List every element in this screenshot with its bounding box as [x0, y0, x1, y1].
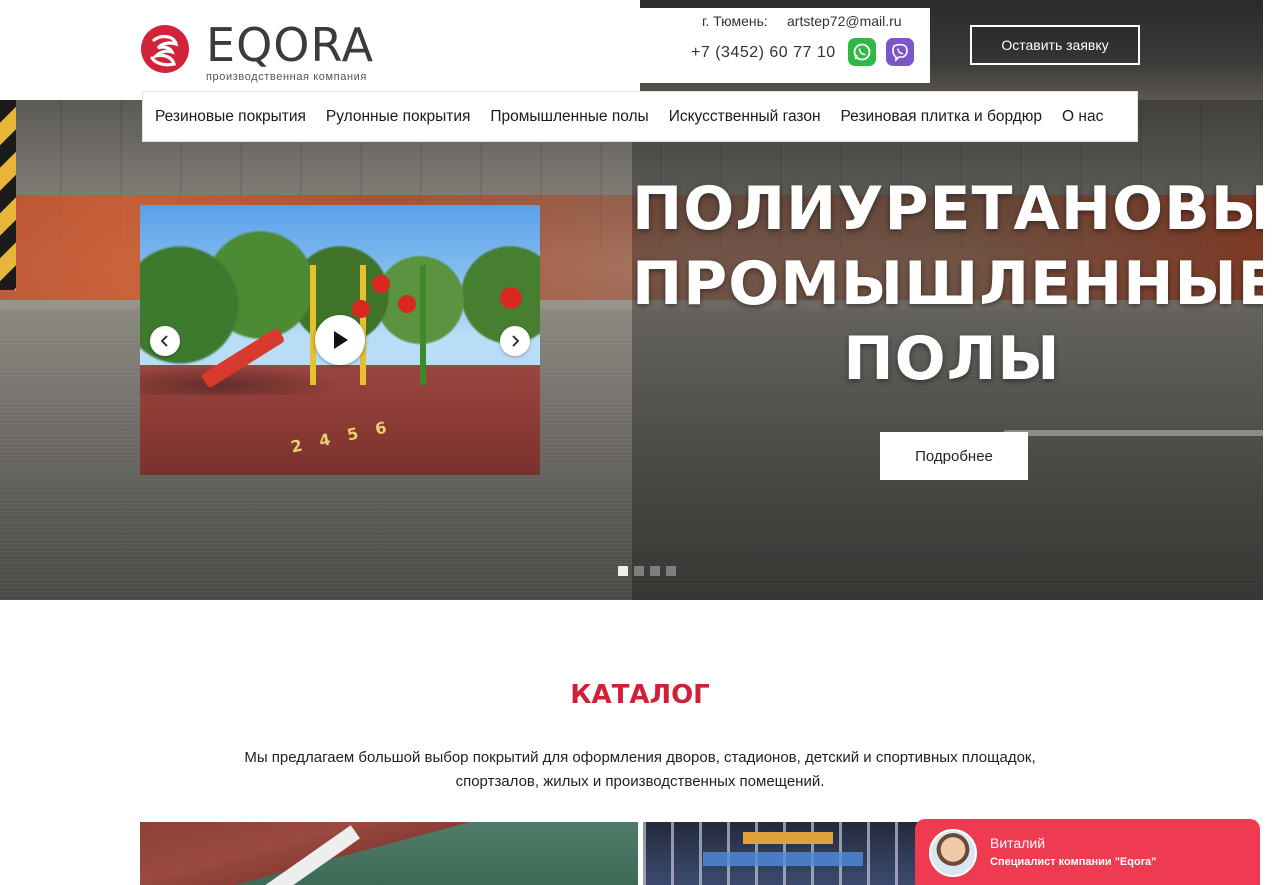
chevron-left-icon [160, 335, 168, 347]
site-logo[interactable]: EQORA производственная компания [140, 22, 400, 84]
contacts-box: г. Тюмень: artstep72@mail.ru +7 (3452) 6… [640, 8, 930, 83]
chat-widget[interactable]: Виталий Специалист компании "Eqora" [915, 819, 1260, 885]
hero-title: ПОЛИУРЕТАНОВЫЕ ПРОМЫШЛЕННЫЕ ПОЛЫ [632, 172, 1263, 397]
eqora-logo-icon [141, 25, 189, 73]
video-thumb-decor [398, 295, 416, 313]
menu-item-rubber-coatings[interactable]: Резиновые покрытия [155, 108, 306, 126]
menu-item-rubber-tiles[interactable]: Резиновая плитка и бордюр [841, 108, 1043, 126]
whatsapp-glyph [853, 43, 871, 61]
slider-dot[interactable] [650, 566, 660, 576]
play-video-button[interactable] [315, 315, 365, 365]
chat-agent-name: Виталий [990, 835, 1046, 851]
menu-item-industrial-floors[interactable]: Промышленные полы [490, 108, 648, 126]
catalog-description: Мы предлагаем большой выбор покрытий для… [244, 749, 1036, 790]
slider-dot[interactable] [634, 566, 644, 576]
menu-item-roll-coatings[interactable]: Рулонные покрытия [326, 108, 470, 126]
catalog-title: КАТАЛОГ [570, 680, 710, 710]
slider-dot[interactable] [666, 566, 676, 576]
hero-title-line: ПОЛИУРЕТАНОВЫЕ [632, 174, 1263, 244]
menu-item-artificial-grass[interactable]: Искусственный газон [669, 108, 821, 126]
hero-bg-warning-stripe [0, 100, 16, 290]
main-menu: Резиновые покрытия Рулонные покрытия Про… [142, 91, 1138, 142]
whatsapp-icon[interactable] [848, 38, 876, 66]
avatar [929, 829, 977, 877]
video-thumb-decor [352, 300, 370, 318]
hero-title-line: ПОЛЫ [843, 324, 1061, 394]
catalog-card-rubber[interactable] [140, 822, 638, 885]
chat-agent-role: Специалист компании "Eqora" [990, 856, 1157, 868]
viber-glyph [892, 43, 908, 62]
more-button[interactable]: Подробнее [880, 432, 1028, 480]
city-label: г. Тюмень: [702, 13, 768, 29]
logo-wordmark: EQORA [206, 18, 375, 72]
video-gallery[interactable]: 2 4 5 6 [140, 205, 540, 475]
request-button[interactable]: Оставить заявку [970, 25, 1140, 65]
next-video-button[interactable] [500, 326, 530, 356]
phone-link[interactable]: +7 (3452) 60 77 10 [691, 44, 836, 62]
viber-icon[interactable] [886, 38, 914, 66]
video-thumb-decor [500, 287, 522, 309]
play-icon [334, 331, 348, 349]
logo-subtitle: производственная компания [206, 71, 367, 83]
email-link[interactable]: artstep72@mail.ru [787, 13, 902, 29]
hero-title-line: ПРОМЫШЛЕННЫЕ [632, 249, 1263, 319]
video-thumb-decor [372, 275, 390, 293]
catalog-card-industrial[interactable] [643, 822, 943, 885]
chevron-right-icon [512, 335, 520, 347]
menu-item-about[interactable]: О нас [1062, 108, 1103, 126]
prev-video-button[interactable] [150, 326, 180, 356]
slider-dot[interactable] [618, 566, 628, 576]
slider-dots [618, 566, 676, 576]
